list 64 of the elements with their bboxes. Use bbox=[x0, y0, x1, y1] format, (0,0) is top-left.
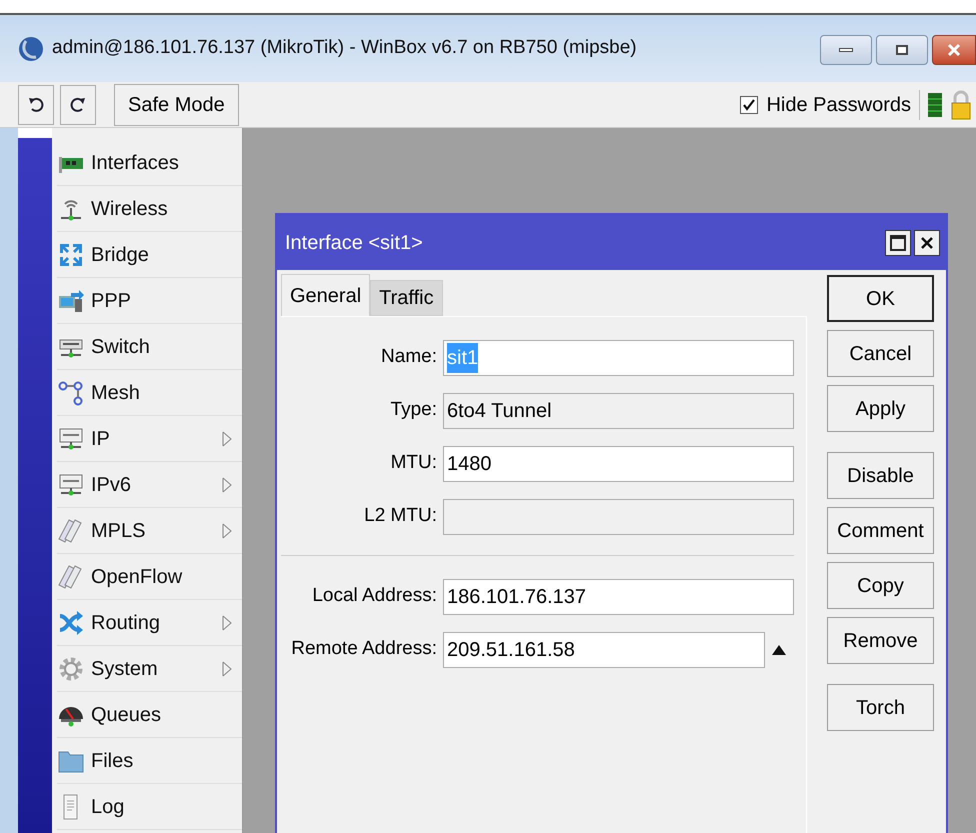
dialog-button[interactable]: Remove bbox=[827, 617, 934, 664]
menu-item[interactable]: Wireless bbox=[57, 186, 242, 232]
hide-passwords-checkbox[interactable] bbox=[740, 96, 758, 114]
redo-button[interactable] bbox=[60, 84, 96, 124]
text-field[interactable]: 186.101.76.137 bbox=[443, 578, 794, 614]
hide-passwords-label: Hide Passwords bbox=[766, 92, 911, 118]
menu-item[interactable]: Routing bbox=[57, 600, 242, 646]
field-label: MTU: bbox=[390, 451, 437, 476]
close-button[interactable] bbox=[914, 230, 940, 256]
text-field[interactable]: 1480 bbox=[443, 446, 794, 482]
submenu-arrow-icon bbox=[222, 660, 232, 676]
crossed-arrows-icon bbox=[57, 608, 85, 636]
menu-item[interactable]: Mesh bbox=[57, 370, 242, 416]
maximize-button[interactable] bbox=[885, 230, 911, 256]
collapse-arrow-icon[interactable] bbox=[771, 644, 787, 656]
safe-mode-button[interactable]: Safe Mode bbox=[114, 84, 239, 126]
menu-item[interactable]: Interfaces bbox=[57, 140, 242, 186]
submenu-arrow-icon bbox=[222, 430, 232, 446]
menu-item[interactable]: Switch bbox=[57, 324, 242, 370]
dialog-button[interactable]: OK bbox=[827, 275, 934, 322]
field-label: Local Address: bbox=[311, 584, 437, 608]
undo-button[interactable] bbox=[18, 84, 54, 124]
menu-item[interactable]: Bridge bbox=[57, 232, 242, 278]
submenu-arrow-icon bbox=[222, 614, 232, 630]
gear-icon bbox=[57, 654, 85, 682]
close-icon bbox=[920, 236, 934, 250]
dialog-button[interactable]: Torch bbox=[827, 684, 934, 731]
field-label: Remote Address: bbox=[290, 637, 437, 662]
dialog-button[interactable]: Cancel bbox=[827, 330, 934, 377]
minimize-button[interactable] bbox=[820, 34, 872, 64]
field-label: L2 MTU: bbox=[363, 504, 437, 528]
nodes-icon bbox=[57, 378, 85, 406]
lock-icon bbox=[950, 90, 972, 120]
field-label: Name: bbox=[380, 345, 437, 370]
menu-item[interactable]: Files bbox=[57, 738, 242, 784]
menu-item[interactable]: Log bbox=[57, 784, 242, 830]
tab[interactable]: Traffic bbox=[370, 280, 443, 316]
dialog-button[interactable]: Copy bbox=[827, 562, 934, 609]
menu-item[interactable]: IP bbox=[57, 416, 242, 462]
window-title: admin@186.101.76.137 (MikroTik) - WinBox v6.7 on RB750 (mipsbe) bbox=[52, 36, 637, 60]
dialog-button[interactable]: Comment bbox=[827, 507, 934, 554]
menu-item[interactable]: OpenFlow bbox=[57, 554, 242, 600]
text-field[interactable]: 209.51.161.58 bbox=[443, 632, 765, 668]
app-logo-icon bbox=[18, 36, 44, 62]
menu-item[interactable]: MPLS bbox=[57, 508, 242, 554]
tab[interactable]: General bbox=[281, 274, 370, 316]
menu-item[interactable]: System bbox=[57, 646, 242, 692]
dialog-title: Interface <sit1> bbox=[285, 230, 423, 256]
dialog-button[interactable]: Apply bbox=[827, 385, 934, 432]
status-bars-icon bbox=[928, 92, 942, 116]
undo-icon bbox=[27, 96, 45, 114]
dialog-button[interactable]: Disable bbox=[827, 452, 934, 499]
submenu-arrow-icon bbox=[222, 522, 232, 538]
menu-item[interactable]: Queues bbox=[57, 692, 242, 738]
menu-item[interactable]: PPP bbox=[57, 278, 242, 324]
field-label: Type: bbox=[390, 398, 437, 422]
submenu-arrow-icon bbox=[222, 476, 232, 492]
close-button[interactable] bbox=[932, 34, 976, 64]
text-field[interactable] bbox=[443, 498, 794, 534]
menu-item[interactable]: IPv6 bbox=[57, 462, 242, 508]
redo-icon bbox=[69, 96, 87, 114]
text-field[interactable]: 6to4 Tunnel bbox=[443, 392, 794, 428]
close-icon bbox=[947, 42, 961, 56]
maximize-button[interactable] bbox=[876, 34, 928, 64]
